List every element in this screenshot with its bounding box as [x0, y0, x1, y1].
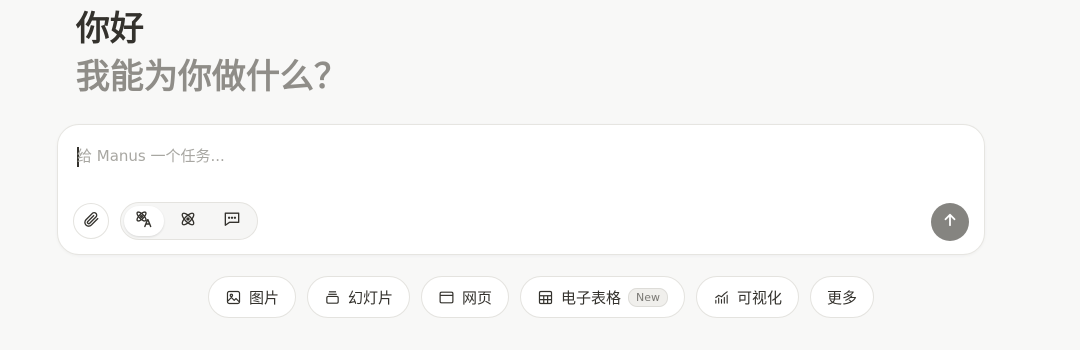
- agent-mode-icon: [134, 209, 154, 233]
- chip-label: 幻灯片: [347, 288, 393, 307]
- task-input[interactable]: [77, 143, 937, 169]
- slides-icon: [324, 289, 341, 306]
- chip-label: 更多: [827, 288, 858, 307]
- chip-label: 网页: [461, 288, 492, 307]
- chat-icon: [222, 209, 242, 233]
- paperclip-icon: [82, 210, 100, 232]
- home-screen: 你好 我能为你做什么？ 给 Manus 一个任务... 图片 幻灯片 网页 电子…: [0, 0, 1080, 350]
- greeting-title: 你好: [76, 9, 144, 49]
- agent-mode-button[interactable]: [124, 206, 164, 236]
- greeting-subtitle: 我能为你做什么？: [76, 57, 348, 97]
- quick-actions: 图片 幻灯片 网页 电子表格 New 可视化 更多: [0, 276, 1080, 318]
- atom-icon: [178, 209, 198, 233]
- browser-window-icon: [438, 289, 455, 306]
- task-composer: [57, 124, 985, 255]
- chat-mode-button[interactable]: [212, 206, 252, 236]
- chip-label: 电子表格: [561, 288, 622, 307]
- chip-webpage[interactable]: 网页: [420, 276, 509, 318]
- new-badge: New: [628, 287, 669, 307]
- table-icon: [537, 289, 554, 306]
- mode-selector: [120, 202, 258, 240]
- arrow-up-icon: [941, 211, 959, 233]
- chip-label: 可视化: [737, 288, 783, 307]
- chip-image[interactable]: 图片: [207, 276, 296, 318]
- attach-file-button[interactable]: [73, 203, 109, 239]
- image-icon: [225, 289, 242, 306]
- chip-more[interactable]: 更多: [810, 276, 875, 318]
- chip-label: 图片: [248, 288, 279, 307]
- atom-mode-button[interactable]: [168, 206, 208, 236]
- send-button[interactable]: [931, 203, 969, 241]
- chip-spreadsheet[interactable]: 电子表格 New: [520, 276, 686, 318]
- chart-icon: [713, 289, 730, 306]
- chip-slides[interactable]: 幻灯片: [306, 276, 410, 318]
- chip-visualization[interactable]: 可视化: [696, 276, 800, 318]
